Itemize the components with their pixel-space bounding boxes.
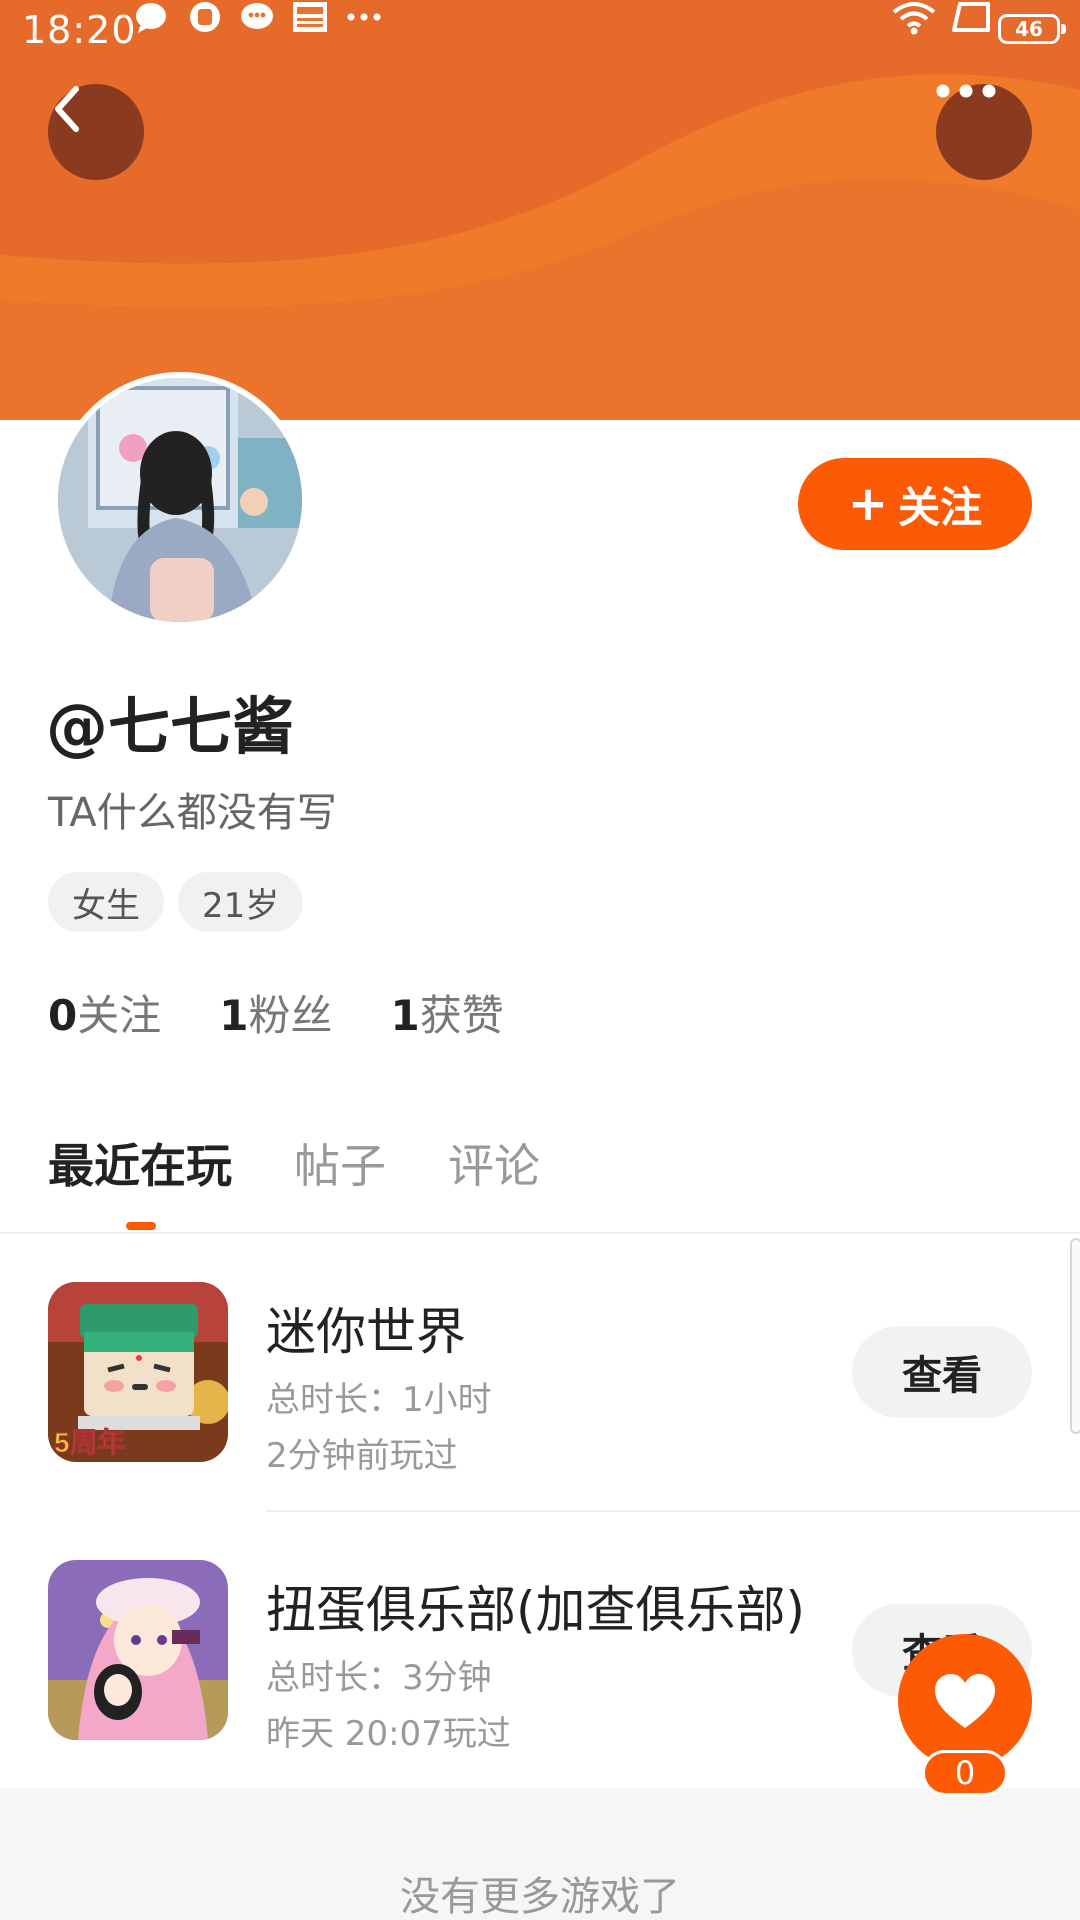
battery-icon: 46 [998, 14, 1066, 44]
gender-tag: 女生 [48, 872, 164, 932]
game-last-played: 昨天 20:07玩过 [266, 1714, 511, 1754]
profile-stats: 0关注 1粉丝 1获赞 [48, 982, 504, 1043]
stat-following-label: 关注 [77, 991, 162, 1040]
back-button[interactable] [48, 84, 144, 180]
username: @七七酱 [46, 690, 295, 763]
age-tag: 21岁 [178, 872, 304, 932]
game-icon-mini-world: 5周年 [48, 1282, 228, 1462]
status-time: 18:20 [22, 8, 137, 52]
avatar[interactable] [52, 372, 308, 628]
stat-followers-label: 粉丝 [248, 991, 333, 1040]
heart-icon [935, 1674, 995, 1728]
more-horizontal-icon [936, 84, 996, 98]
status-bar: 18:20 46 [0, 0, 1080, 60]
scroll-handle[interactable] [1070, 1238, 1080, 1434]
app-notification-icon [190, 2, 220, 32]
stat-likes-count: 1 [390, 991, 420, 1040]
game-icon-gacha-club [48, 1560, 228, 1740]
list-footer: 没有更多游戏了 [0, 1788, 1080, 1920]
gacha-club-art [48, 1560, 228, 1740]
wechat-icon [241, 3, 273, 29]
screen-rotate-icon [952, 2, 990, 32]
stat-followers-count: 1 [219, 991, 249, 1040]
follow-label: 关注 [898, 482, 983, 532]
active-tab-indicator [126, 1222, 156, 1230]
battery-level: 46 [1015, 17, 1043, 41]
chevron-left-icon [55, 86, 79, 132]
no-more-games-text: 没有更多游戏了 [400, 1874, 680, 1920]
profile-tags: 女生 21岁 [48, 872, 304, 932]
game-title: 扭蛋俱乐部(加查俱乐部) [266, 1581, 806, 1639]
stat-likes-label: 获赞 [419, 991, 504, 1040]
avatar-photo [58, 378, 302, 622]
view-button[interactable]: 查看 [852, 1326, 1032, 1418]
game-title: 迷你世界 [266, 1303, 466, 1361]
plus-icon: + [847, 476, 889, 532]
stat-following[interactable]: 0关注 [48, 982, 161, 1043]
like-button[interactable] [898, 1634, 1032, 1768]
more-dots-icon [347, 13, 381, 21]
game-icon-badge: 5周年 [54, 1426, 126, 1458]
tab-recently-played[interactable]: 最近在玩 [48, 1130, 232, 1196]
more-options-button[interactable] [936, 84, 1032, 180]
header-banner: 18:20 46 [0, 0, 1080, 420]
banner-wave [0, 0, 1080, 420]
chat-bubble-icon [136, 3, 166, 33]
profile-tabs: 最近在玩 帖子 评论 [48, 1130, 540, 1196]
tab-posts[interactable]: 帖子 [294, 1130, 386, 1196]
mini-world-art: 5周年 [48, 1282, 228, 1462]
game-duration: 总时长：1小时 [266, 1380, 492, 1420]
like-count: 0 [922, 1750, 1008, 1796]
game-last-played: 2分钟前玩过 [266, 1436, 458, 1476]
wifi-icon [892, 2, 936, 35]
stat-likes[interactable]: 1获赞 [391, 982, 504, 1043]
news-icon [293, 2, 327, 32]
game-duration: 总时长：3分钟 [266, 1658, 492, 1698]
game-item[interactable]: 5周年 迷你世界 总时长：1小时 2分钟前玩过 查看 [0, 1234, 1080, 1512]
stat-followers[interactable]: 1粉丝 [219, 982, 332, 1043]
bio: TA什么都没有写 [48, 790, 337, 836]
tab-comments[interactable]: 评论 [448, 1130, 540, 1196]
follow-button[interactable]: + 关注 [798, 458, 1032, 550]
stat-following-count: 0 [48, 991, 78, 1040]
